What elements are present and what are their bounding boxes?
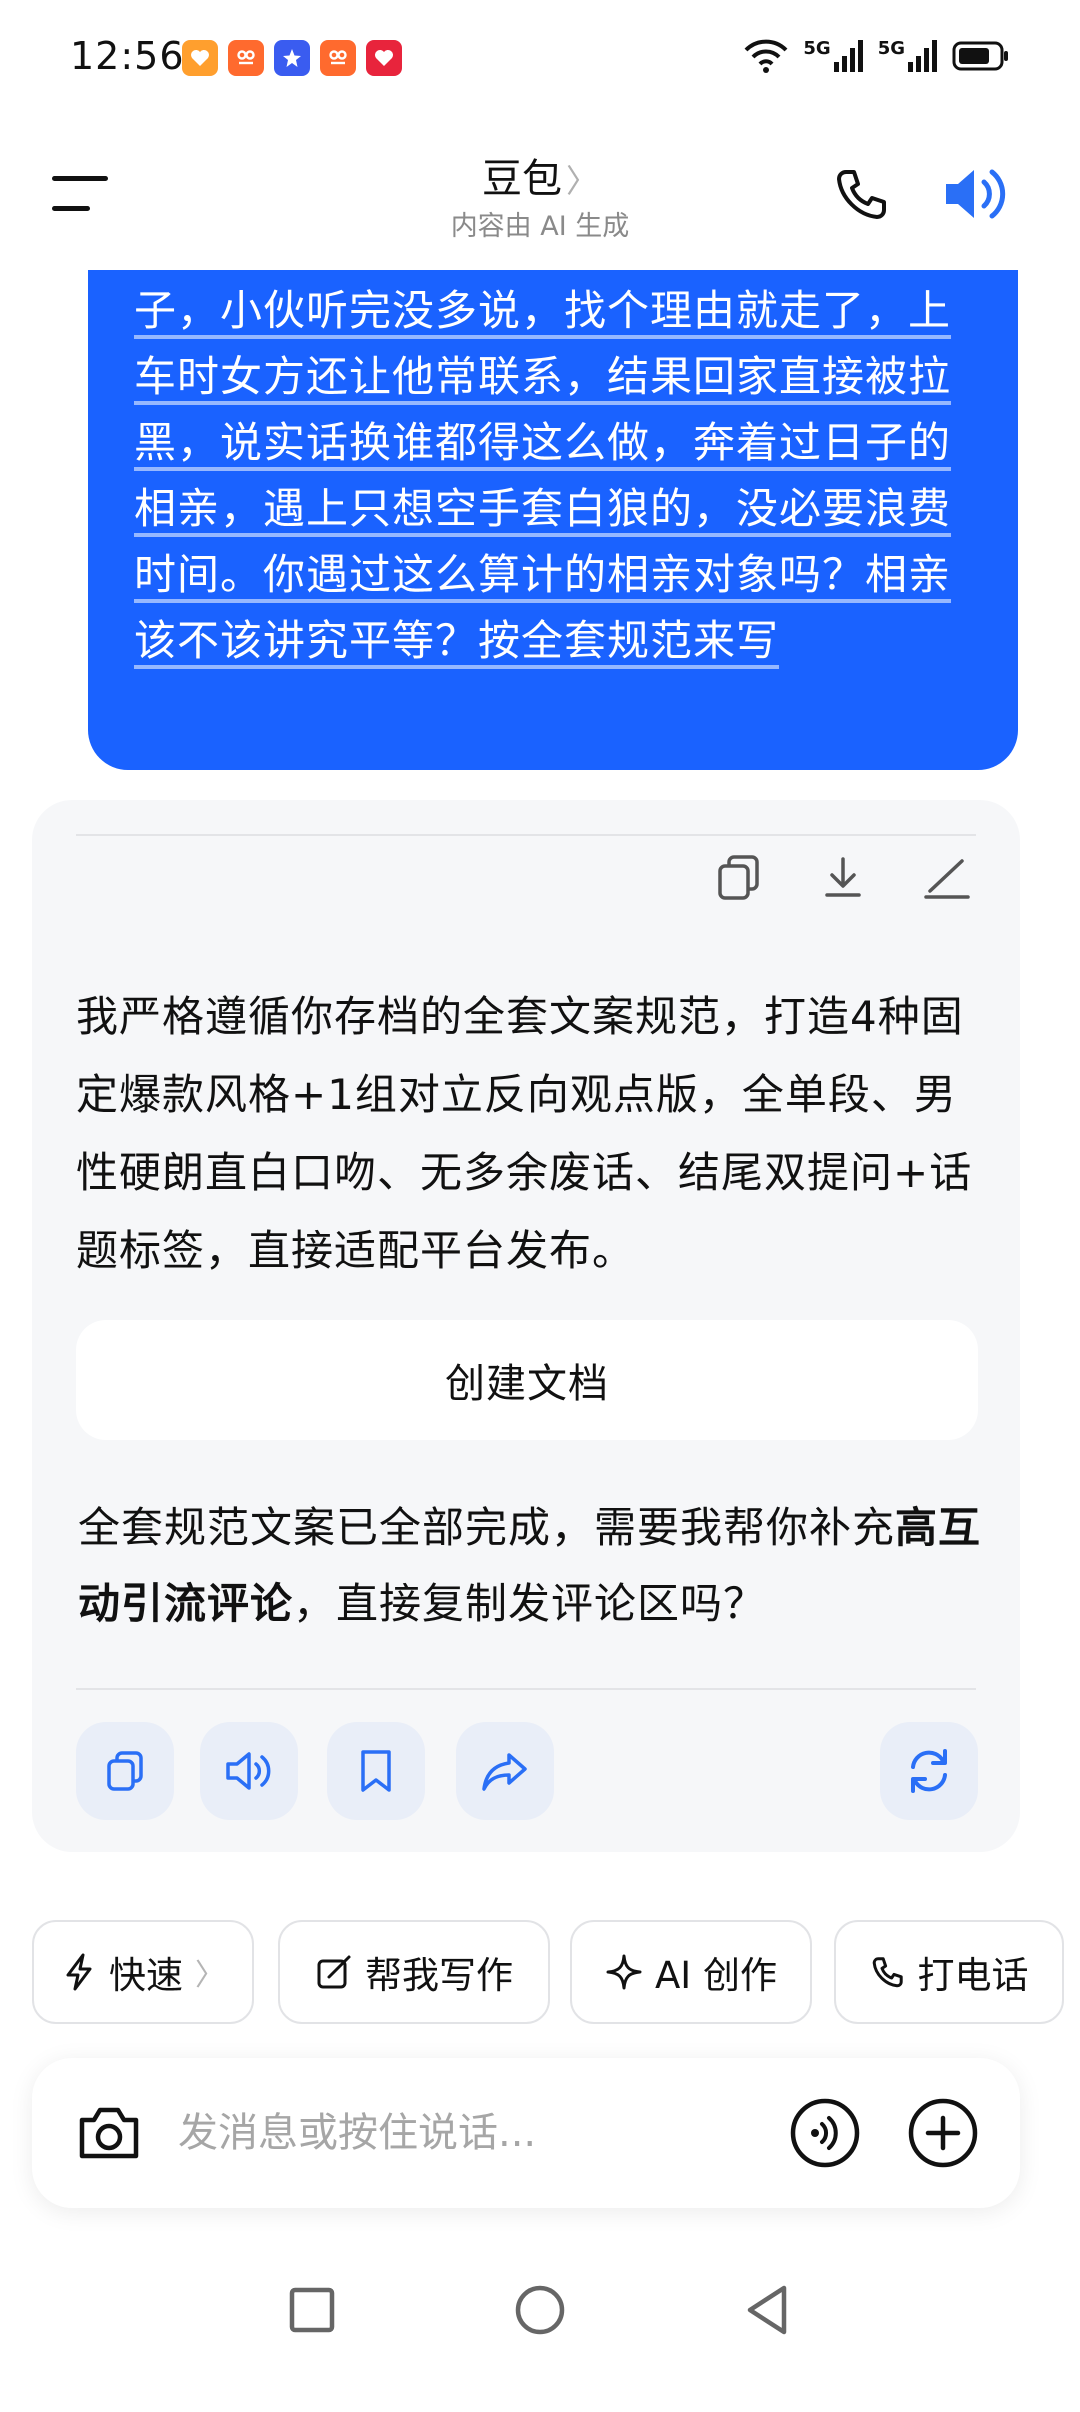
system-navigation-bar — [0, 2250, 1080, 2370]
chip-label: 帮我写作 — [365, 1954, 513, 1997]
read-aloud-message-button[interactable] — [200, 1722, 298, 1820]
status-bar: 12:56 5G 5G — [0, 0, 1080, 120]
create-document-button[interactable]: 创建文档 — [76, 1320, 978, 1440]
message-input[interactable] — [178, 2098, 758, 2168]
wifi-icon — [744, 39, 788, 73]
chevron-right-icon: 〉 — [565, 162, 598, 200]
chip-ai-create[interactable]: AI 创作 — [570, 1920, 812, 2024]
share-icon — [482, 1753, 527, 1791]
read-aloud-button[interactable] — [940, 162, 1010, 226]
add-attachment-button[interactable] — [906, 2096, 980, 2170]
home-button[interactable] — [510, 2280, 570, 2340]
network-type-label: 5G — [803, 38, 831, 59]
message-composer — [32, 2058, 1020, 2208]
ai-generated-notice: 内容由 AI 生成 — [450, 211, 630, 242]
circle-icon — [515, 2285, 565, 2335]
speaker-outline-icon — [226, 1752, 271, 1790]
cellular-signal-2: 5G — [878, 40, 938, 72]
network-type-label: 5G — [877, 38, 905, 59]
ai-response-text: 我严格遵循你存档的全套文案规范，打造4种固定爆款风格+1组对立反向观点版，全单段… — [76, 992, 973, 1275]
chip-label: 打电话 — [917, 1954, 1029, 1997]
quick-action-chips: 快速 〉 帮我写作 AI 创作 打电话 — [32, 1920, 1080, 2024]
doubao-chat-screen: 12:56 5G 5G 豆包 〉 内容由 AI 生成 子，小伙听完没多说，找个理… — [0, 0, 1080, 2412]
pen-icon — [924, 859, 970, 899]
edit-document-button[interactable] — [920, 850, 974, 904]
phone-icon — [837, 170, 886, 219]
signal-bars-icon — [908, 40, 937, 72]
download-icon — [825, 857, 861, 897]
back-triangle-icon — [747, 2285, 787, 2335]
chip-help-me-write[interactable]: 帮我写作 — [278, 1920, 550, 2024]
chip-label: 快速 — [109, 1954, 183, 1997]
chip-label: AI 创作 — [655, 1954, 777, 1997]
app-notification-icon — [320, 40, 356, 76]
lightning-icon — [66, 1953, 92, 1991]
voice-wave-icon — [790, 2098, 860, 2168]
sparkle-icon — [606, 1954, 642, 1990]
phone-icon — [872, 1957, 903, 1988]
cellular-signal-1: 5G — [803, 40, 863, 72]
status-time: 12:56 — [70, 34, 185, 78]
download-document-button[interactable] — [816, 850, 870, 904]
notification-icons — [182, 40, 402, 76]
signal-bars-icon — [833, 40, 863, 72]
regenerate-button[interactable] — [880, 1722, 978, 1820]
app-notification-icon — [366, 40, 402, 76]
bookmark-message-button[interactable] — [327, 1722, 425, 1820]
copy-document-button[interactable] — [712, 850, 766, 904]
document-tools — [712, 850, 974, 904]
edit-icon — [317, 1955, 351, 1989]
phone-call-button[interactable] — [832, 164, 892, 224]
square-icon — [289, 2287, 335, 2333]
message-actions — [76, 1722, 978, 1820]
share-message-button[interactable] — [456, 1722, 554, 1820]
copy-icon — [107, 1751, 143, 1791]
copy-message-button[interactable] — [76, 1722, 174, 1820]
camera-button[interactable] — [74, 2098, 144, 2168]
app-notification-icon — [182, 40, 218, 76]
voice-input-button[interactable] — [788, 2096, 862, 2170]
ai-follow-up-text: 全套规范文案已全部完成，需要我帮你补充高互动引流评论，直接复制发评论区吗？ — [78, 1490, 998, 1642]
bookmark-icon — [361, 1750, 391, 1792]
plus-icon — [908, 2098, 978, 2168]
chip-fast-mode[interactable]: 快速 〉 — [32, 1920, 254, 2024]
battery-icon — [952, 41, 1008, 71]
app-notification-icon — [274, 40, 310, 76]
recent-apps-button[interactable] — [282, 2280, 342, 2340]
follow-up-text-start: 全套规范文案已全部完成，需要我帮你补充 — [78, 1503, 896, 1552]
copy-icon — [718, 855, 759, 900]
divider — [76, 834, 976, 836]
chip-phone-call[interactable]: 打电话 — [834, 1920, 1064, 2024]
follow-up-text-end: ，直接复制发评论区吗？ — [293, 1579, 767, 1628]
ai-response-card: 我严格遵循你存档的全套文案规范，打造4种固定爆款风格+1组对立反向观点版，全单段… — [32, 800, 1020, 1852]
chevron-right-icon: 〉 — [195, 1958, 225, 1993]
divider — [76, 1688, 976, 1690]
back-button[interactable] — [738, 2280, 798, 2340]
camera-icon — [79, 2107, 139, 2159]
header-title-group[interactable]: 豆包〉 — [0, 146, 1080, 204]
chat-header: 豆包〉 内容由 AI 生成 — [0, 130, 1080, 260]
user-message-bubble[interactable]: 子，小伙听完没多说，找个理由就走了，上车时女方还让他常联系，结果回家直接被拉黑，… — [88, 270, 1018, 770]
app-notification-icon — [228, 40, 264, 76]
bot-name: 豆包 — [481, 156, 562, 202]
speaker-icon — [946, 169, 1006, 219]
user-message-text: 子，小伙听完没多说，找个理由就走了，上车时女方还让他常联系，结果回家直接被拉黑，… — [134, 286, 952, 665]
refresh-icon — [911, 1749, 947, 1793]
status-indicators: 5G 5G — [743, 38, 1010, 74]
